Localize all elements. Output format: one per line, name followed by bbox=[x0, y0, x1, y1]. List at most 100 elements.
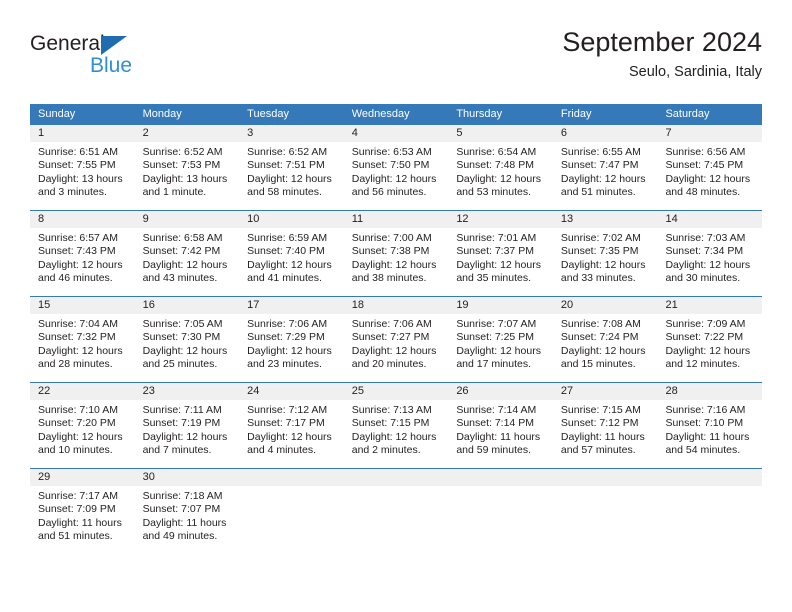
day-cell[interactable]: 6 Sunrise: 6:55 AM Sunset: 7:47 PM Daylight… bbox=[552, 125, 658, 204]
day-number: 6 bbox=[552, 125, 658, 142]
calendar-header-row: Sunday Monday Tuesday Wednesday Thursday… bbox=[30, 104, 762, 125]
daylight-text-line1: Daylight: 12 hours bbox=[247, 172, 332, 185]
day-cell[interactable]: 15 Sunrise: 7:04 AM Sunset: 7:32 PM Dayligh… bbox=[30, 297, 135, 376]
daylight-text-line2: and 1 minute. bbox=[142, 186, 207, 199]
day-cell[interactable]: 3 Sunrise: 6:52 AM Sunset: 7:51 PM Daylight… bbox=[239, 125, 344, 204]
day-cell[interactable]: 30 Sunrise: 7:18 AM Sunset: 7:07 PM Dayligh… bbox=[134, 469, 240, 548]
day-cell[interactable]: 27 Sunrise: 7:15 AM Sunset: 7:12 PM Dayligh… bbox=[552, 383, 658, 462]
daylight-text-line2: and 58 minutes. bbox=[247, 186, 322, 199]
day-cell-body: Sunrise: 6:52 AM Sunset: 7:53 PM Daylight:… bbox=[135, 142, 240, 204]
day-cell[interactable]: 16 Sunrise: 7:05 AM Sunset: 7:30 PM Dayligh… bbox=[134, 297, 240, 376]
daylight-text-line1: Daylight: 12 hours bbox=[560, 172, 646, 185]
day-cell[interactable]: 10 Sunrise: 6:59 AM Sunset: 7:40 PM Dayligh… bbox=[239, 211, 344, 290]
day-cell-body: Sunrise: 7:07 AM Sunset: 7:25 PM Daylight:… bbox=[448, 314, 553, 376]
daylight-text-line1: Daylight: 11 hours bbox=[38, 516, 122, 529]
daylight-text-line1: Daylight: 12 hours bbox=[38, 258, 123, 271]
day-cell[interactable]: 1 Sunrise: 6:51 AM Sunset: 7:55 PM Daylight… bbox=[30, 125, 135, 204]
day-number: 29 bbox=[30, 469, 135, 486]
day-number: 1 bbox=[30, 125, 135, 142]
day-cell-body: Sunrise: 7:06 AM Sunset: 7:29 PM Daylight:… bbox=[239, 314, 344, 376]
sunset-text: Sunset: 7:50 PM bbox=[351, 159, 430, 172]
page-subtitle: Seulo, Sardinia, Italy bbox=[629, 64, 762, 80]
sunset-text: Sunset: 7:34 PM bbox=[665, 245, 744, 258]
day-cell-empty bbox=[657, 469, 763, 548]
day-cell[interactable]: 22 Sunrise: 7:10 AM Sunset: 7:20 PM Dayligh… bbox=[30, 383, 135, 462]
sunrise-text: Sunrise: 7:04 AM bbox=[38, 318, 118, 330]
calendar-weeks: 1 Sunrise: 6:51 AM Sunset: 7:55 PM Daylight… bbox=[30, 125, 763, 548]
daylight-text-line1: Daylight: 12 hours bbox=[560, 258, 646, 271]
daylight-text-line2: and 28 minutes. bbox=[38, 358, 113, 371]
daylight-text-line1: Daylight: 11 hours bbox=[142, 516, 227, 529]
sunrise-text: Sunrise: 7:11 AM bbox=[142, 404, 222, 416]
day-cell-body: Sunrise: 6:55 AM Sunset: 7:47 PM Daylight:… bbox=[553, 142, 658, 204]
day-number: 19 bbox=[448, 297, 553, 314]
daylight-text-line2: and 57 minutes. bbox=[560, 444, 636, 457]
day-cell-body: Sunrise: 7:14 AM Sunset: 7:14 PM Daylight:… bbox=[448, 400, 553, 462]
day-cell[interactable]: 18 Sunrise: 7:06 AM Sunset: 7:27 PM Dayligh… bbox=[343, 297, 449, 376]
day-cell[interactable]: 29 Sunrise: 7:17 AM Sunset: 7:09 PM Dayligh… bbox=[30, 469, 135, 548]
calendar-week-row: 1 Sunrise: 6:51 AM Sunset: 7:55 PM Daylight… bbox=[30, 125, 763, 204]
day-cell[interactable]: 14 Sunrise: 7:03 AM Sunset: 7:34 PM Dayligh… bbox=[657, 211, 763, 290]
day-cell[interactable]: 8 Sunrise: 6:57 AM Sunset: 7:43 PM Daylight… bbox=[30, 211, 135, 290]
day-number: 21 bbox=[657, 297, 763, 314]
day-number: 18 bbox=[343, 297, 449, 314]
sunset-text: Sunset: 7:38 PM bbox=[351, 245, 430, 258]
day-number: 30 bbox=[134, 469, 240, 486]
day-cell[interactable]: 17 Sunrise: 7:06 AM Sunset: 7:29 PM Dayligh… bbox=[239, 297, 344, 376]
day-cell-body: Sunrise: 6:56 AM Sunset: 7:45 PM Daylight:… bbox=[657, 142, 762, 204]
sunrise-text: Sunrise: 7:02 AM bbox=[560, 232, 641, 244]
day-cell[interactable]: 19 Sunrise: 7:07 AM Sunset: 7:25 PM Dayligh… bbox=[448, 297, 553, 376]
daylight-text-line1: Daylight: 12 hours bbox=[247, 430, 332, 443]
day-cell[interactable]: 26 Sunrise: 7:14 AM Sunset: 7:14 PM Dayligh… bbox=[448, 383, 553, 462]
day-cell[interactable]: 24 Sunrise: 7:12 AM Sunset: 7:17 PM Dayligh… bbox=[239, 383, 344, 462]
daylight-text-line1: Daylight: 12 hours bbox=[351, 172, 437, 185]
sunset-text: Sunset: 7:30 PM bbox=[142, 331, 221, 344]
daylight-text-line1: Daylight: 11 hours bbox=[560, 430, 645, 443]
day-number bbox=[343, 469, 449, 486]
sunset-text: Sunset: 7:17 PM bbox=[247, 417, 325, 430]
day-cell-empty bbox=[448, 469, 553, 548]
sunset-text: Sunset: 7:53 PM bbox=[142, 159, 221, 172]
daylight-text-line1: Daylight: 11 hours bbox=[665, 430, 750, 443]
sunrise-text: Sunrise: 7:12 AM bbox=[247, 404, 328, 416]
day-cell-body: Sunrise: 6:58 AM Sunset: 7:42 PM Daylight:… bbox=[135, 228, 240, 290]
day-cell[interactable]: 9 Sunrise: 6:58 AM Sunset: 7:42 PM Daylight… bbox=[134, 211, 240, 290]
sunrise-text: Sunrise: 7:03 AM bbox=[665, 232, 746, 244]
sunset-text: Sunset: 7:19 PM bbox=[142, 417, 221, 430]
day-cell[interactable]: 23 Sunrise: 7:11 AM Sunset: 7:19 PM Dayligh… bbox=[134, 383, 240, 462]
day-cell[interactable]: 11 Sunrise: 7:00 AM Sunset: 7:38 PM Dayligh… bbox=[343, 211, 449, 290]
day-cell[interactable]: 13 Sunrise: 7:02 AM Sunset: 7:35 PM Dayligh… bbox=[552, 211, 658, 290]
day-number bbox=[448, 469, 553, 486]
sunset-text: Sunset: 7:10 PM bbox=[665, 417, 744, 430]
day-cell[interactable]: 12 Sunrise: 7:01 AM Sunset: 7:37 PM Dayligh… bbox=[448, 211, 553, 290]
day-number: 27 bbox=[552, 383, 658, 400]
sunrise-text: Sunrise: 7:01 AM bbox=[456, 232, 537, 244]
day-cell[interactable]: 4 Sunrise: 6:53 AM Sunset: 7:50 PM Daylight… bbox=[343, 125, 449, 204]
daylight-text-line1: Daylight: 13 hours bbox=[38, 172, 123, 185]
day-cell-body: Sunrise: 6:54 AM Sunset: 7:48 PM Daylight:… bbox=[448, 142, 553, 204]
day-cell[interactable]: 20 Sunrise: 7:08 AM Sunset: 7:24 PM Dayligh… bbox=[552, 297, 658, 376]
day-cell[interactable]: 28 Sunrise: 7:16 AM Sunset: 7:10 PM Dayligh… bbox=[657, 383, 763, 462]
daylight-text-line1: Daylight: 12 hours bbox=[38, 430, 123, 443]
day-cell[interactable]: 2 Sunrise: 6:52 AM Sunset: 7:53 PM Daylight… bbox=[134, 125, 240, 204]
daylight-text-line1: Daylight: 12 hours bbox=[142, 258, 228, 271]
week-cells: 15 Sunrise: 7:04 AM Sunset: 7:32 PM Dayligh… bbox=[30, 297, 763, 376]
day-cell[interactable]: 25 Sunrise: 7:13 AM Sunset: 7:15 PM Dayligh… bbox=[343, 383, 449, 462]
calendar-week-row: 29 Sunrise: 7:17 AM Sunset: 7:09 PM Dayligh… bbox=[30, 468, 763, 548]
day-number bbox=[657, 469, 763, 486]
day-cell[interactable]: 21 Sunrise: 7:09 AM Sunset: 7:22 PM Dayligh… bbox=[657, 297, 763, 376]
sunset-text: Sunset: 7:42 PM bbox=[142, 245, 221, 258]
day-cell-body: Sunrise: 7:13 AM Sunset: 7:15 PM Daylight:… bbox=[344, 400, 449, 462]
dayname-monday: Monday bbox=[142, 108, 182, 120]
day-cell[interactable]: 7 Sunrise: 6:56 AM Sunset: 7:45 PM Daylight… bbox=[657, 125, 763, 204]
sunset-text: Sunset: 7:45 PM bbox=[665, 159, 744, 172]
daylight-text-line2: and 10 minutes. bbox=[38, 444, 113, 457]
sunrise-text: Sunrise: 7:15 AM bbox=[560, 404, 641, 416]
day-cell-body: Sunrise: 7:02 AM Sunset: 7:35 PM Daylight:… bbox=[553, 228, 658, 290]
day-number: 17 bbox=[239, 297, 344, 314]
daylight-text-line1: Daylight: 12 hours bbox=[456, 172, 541, 185]
general-blue-logo[interactable]: General Blue bbox=[30, 32, 230, 88]
day-cell[interactable]: 5 Sunrise: 6:54 AM Sunset: 7:48 PM Daylight… bbox=[448, 125, 553, 204]
calendar-grid: Sunday Monday Tuesday Wednesday Thursday… bbox=[30, 104, 763, 548]
daylight-text-line1: Daylight: 12 hours bbox=[665, 344, 751, 357]
